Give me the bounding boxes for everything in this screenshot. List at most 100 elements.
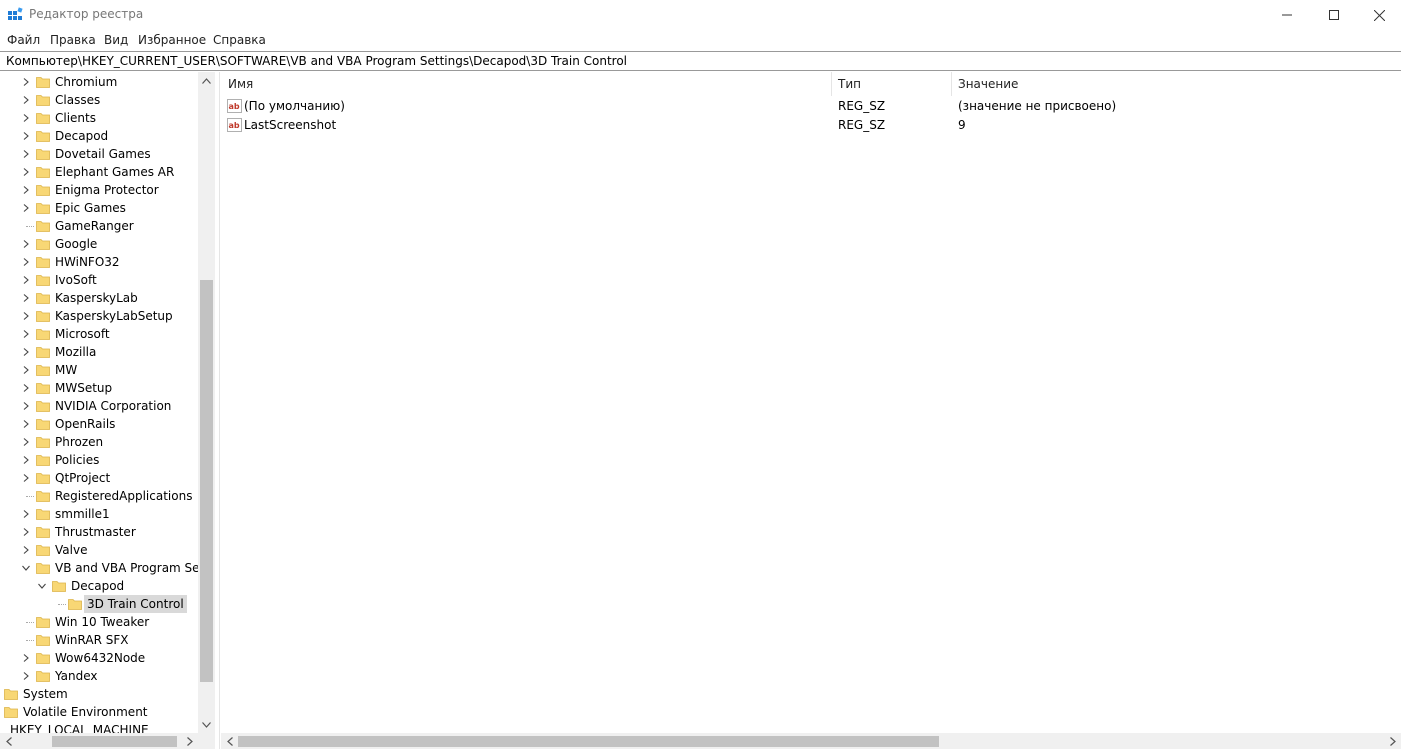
value-type: REG_SZ (838, 118, 886, 132)
scroll-right-arrow[interactable] (1384, 733, 1401, 749)
tree-item[interactable]: Enigma Protector (0, 181, 198, 199)
tree-item[interactable]: RegisteredApplications (0, 487, 198, 505)
tree-item[interactable]: KasperskyLab (0, 289, 198, 307)
tree-expander[interactable] (21, 109, 31, 127)
tree-item[interactable]: IvoSoft (0, 271, 198, 289)
tree-scroll-thumb[interactable] (200, 280, 213, 682)
tree-expander[interactable] (21, 649, 31, 667)
tree-expander[interactable] (21, 289, 31, 307)
tree-item[interactable]: Thrustmaster (0, 523, 198, 541)
tree-expander[interactable] (21, 451, 31, 469)
tree-item[interactable]: WinRAR SFX (0, 631, 198, 649)
tree-item[interactable]: MW (0, 361, 198, 379)
tree-item-label: OpenRails (55, 417, 116, 431)
tree-item[interactable]: Chromium (0, 73, 198, 91)
tree-expander[interactable] (21, 199, 31, 217)
tree-expander[interactable] (21, 343, 31, 361)
tree-expander[interactable] (21, 361, 31, 379)
tree-item[interactable]: Decapod (0, 577, 198, 595)
tree-item[interactable]: Valve (0, 541, 198, 559)
tree-item[interactable]: Dovetail Games (0, 145, 198, 163)
scroll-right-arrow[interactable] (181, 733, 198, 749)
menu-edit[interactable]: Правка (50, 33, 96, 47)
folder-icon (36, 131, 50, 142)
tree-expander[interactable] (21, 541, 31, 559)
tree-item[interactable]: Volatile Environment (0, 703, 198, 721)
tree-item[interactable]: System (0, 685, 198, 703)
tree-item[interactable]: OpenRails (0, 415, 198, 433)
tree-item[interactable]: Microsoft (0, 325, 198, 343)
tree-expander[interactable] (21, 127, 31, 145)
minimize-button[interactable] (1264, 0, 1310, 30)
tree-item[interactable]: smmille1 (0, 505, 198, 523)
tree-expander[interactable] (21, 91, 31, 109)
tree-expander[interactable] (21, 433, 31, 451)
tree-expander[interactable] (21, 559, 31, 577)
close-button[interactable] (1356, 0, 1401, 30)
tree-expander[interactable] (21, 523, 31, 541)
tree-expander[interactable] (21, 163, 31, 181)
tree-item[interactable]: HWiNFO32 (0, 253, 198, 271)
tree-item[interactable]: Elephant Games AR (0, 163, 198, 181)
tree-hscroll-thumb[interactable] (52, 736, 177, 747)
scroll-left-arrow[interactable] (0, 733, 17, 749)
maximize-button[interactable] (1311, 0, 1357, 30)
column-header-value[interactable]: Значение (951, 72, 1351, 96)
tree-item[interactable]: Mozilla (0, 343, 198, 361)
tree-item[interactable]: 3D Train Control (0, 595, 198, 613)
tree-item[interactable]: HKEY_LOCAL_MACHINE (0, 721, 198, 733)
scroll-left-arrow[interactable] (221, 733, 238, 749)
tree-item[interactable]: VB and VBA Program Settings (0, 559, 198, 577)
tree-expander[interactable] (21, 379, 31, 397)
menu-file[interactable]: Файл (7, 33, 40, 47)
tree-item[interactable]: Google (0, 235, 198, 253)
value-row[interactable]: ab (По умолчанию) REG_SZ (значение не присв… (221, 97, 1401, 116)
tree-item-label: RegisteredApplications (55, 489, 193, 503)
column-header-type[interactable]: Тип (831, 72, 951, 96)
tree-item[interactable]: Decapod (0, 127, 198, 145)
tree-expander[interactable] (21, 271, 31, 289)
tree-expander[interactable] (37, 577, 47, 595)
menu-view[interactable]: Вид (104, 33, 128, 47)
tree-expander[interactable] (21, 505, 31, 523)
values-hscroll-thumb[interactable] (238, 736, 939, 747)
values-horizontal-scrollbar[interactable] (221, 733, 1401, 749)
scroll-down-arrow[interactable] (198, 716, 215, 733)
scroll-up-arrow[interactable] (198, 72, 215, 89)
tree-expander[interactable] (21, 181, 31, 199)
tree-expander[interactable] (21, 235, 31, 253)
tree-item[interactable]: MWSetup (0, 379, 198, 397)
tree-expander[interactable] (21, 253, 31, 271)
value-row[interactable]: ab LastScreenshot REG_SZ 9 (221, 116, 1401, 135)
tree-expander[interactable] (21, 325, 31, 343)
tree-item[interactable]: QtProject (0, 469, 198, 487)
folder-icon (36, 77, 50, 88)
tree-item[interactable]: Policies (0, 451, 198, 469)
tree-item[interactable]: Clients (0, 109, 198, 127)
tree-expander[interactable] (21, 415, 31, 433)
tree-item[interactable]: Wow6432Node (0, 649, 198, 667)
tree-item[interactable]: Win 10 Tweaker (0, 613, 198, 631)
tree-item[interactable]: Yandex (0, 667, 198, 685)
tree-expander[interactable] (21, 667, 31, 685)
tree-item[interactable]: Phrozen (0, 433, 198, 451)
tree-horizontal-scrollbar[interactable] (0, 733, 198, 749)
menu-help[interactable]: Справка (213, 33, 266, 47)
folder-icon (36, 275, 50, 286)
address-bar[interactable]: Компьютер\HKEY_CURRENT_USER\SOFTWARE\VB … (0, 51, 1401, 71)
pane-splitter[interactable] (215, 72, 220, 749)
tree-expander[interactable] (21, 145, 31, 163)
tree-item[interactable]: NVIDIA Corporation (0, 397, 198, 415)
tree-expander[interactable] (21, 397, 31, 415)
tree-item[interactable]: Epic Games (0, 199, 198, 217)
column-header-name[interactable]: Имя (221, 72, 831, 96)
tree-vertical-scrollbar[interactable] (198, 72, 215, 733)
tree-item-label: Mozilla (55, 345, 97, 359)
tree-item[interactable]: GameRanger (0, 217, 198, 235)
menu-favorites[interactable]: Избранное (138, 33, 206, 47)
tree-item[interactable]: Classes (0, 91, 198, 109)
tree-expander[interactable] (21, 469, 31, 487)
tree-item[interactable]: KasperskyLabSetup (0, 307, 198, 325)
tree-expander[interactable] (21, 73, 31, 91)
tree-expander[interactable] (21, 307, 31, 325)
